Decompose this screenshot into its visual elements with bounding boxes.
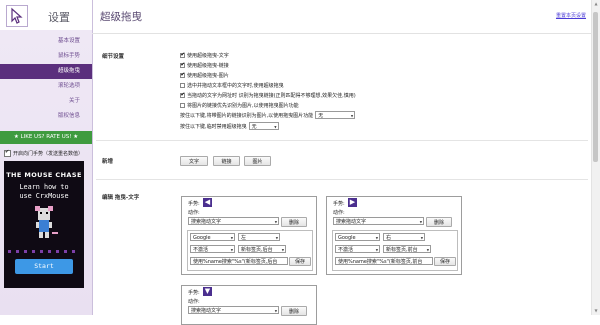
engine-select[interactable]: Google — [190, 233, 235, 242]
option-checkbox[interactable] — [180, 83, 185, 88]
option-label: 将图片的链接优先识别为图片,以使用拖曳图片功能 — [187, 103, 299, 109]
delete-button[interactable]: 删除 — [281, 217, 307, 227]
key-select[interactable]: 无 — [248, 122, 279, 131]
ad-text: Learn how to use CrxMouse — [4, 183, 84, 201]
scroll-up-icon[interactable]: ▲ — [592, 0, 600, 8]
tab-select[interactable]: 新标签页,前台 — [383, 245, 431, 254]
action-label: 动作: — [188, 210, 200, 216]
details-section-label: 细节设置 — [102, 54, 125, 60]
activate-select[interactable]: 不激活 — [190, 245, 235, 254]
sidebar-item-about[interactable]: 关于 — [0, 94, 92, 109]
sidebar-item-copyright[interactable]: 版权信息 — [0, 109, 92, 124]
new-text-button[interactable]: 文字 — [180, 156, 208, 166]
option-label: 使用超级拖曳-图片 — [187, 73, 229, 79]
action-select[interactable]: 搜索拖动文字 — [188, 306, 279, 315]
sidebar: 设置 基本设置 鼠标手势 超级拖曳 滚轮选项 关于 版权信息 ★ LIKE US… — [0, 0, 93, 315]
arrow-left-icon[interactable]: ◀ — [203, 198, 212, 207]
action-options: Google 左 不激活 新标签页,后台 使用%name搜索"%s"(新标签页,… — [187, 230, 313, 271]
divider — [96, 140, 588, 141]
sidebar-item-wheel[interactable]: 滚轮选项 — [0, 79, 92, 94]
save-button[interactable]: 保存 — [289, 257, 311, 266]
crxmouse-logo-icon — [6, 5, 28, 27]
action-label: 动作: — [333, 210, 345, 216]
save-button[interactable]: 保存 — [434, 257, 456, 266]
sidebar-toggle-checkbox[interactable] — [4, 149, 11, 157]
page-header: 超级拖曳 重置本页设置 — [92, 0, 592, 34]
option-label: 使用超级拖曳-链接 — [187, 63, 229, 69]
option-label: 使用超级拖曳-文字 — [187, 53, 229, 59]
engine-select[interactable]: Google — [335, 233, 380, 242]
ad-line-2: use CrxMouse — [19, 192, 69, 200]
activate-select[interactable]: 不激活 — [335, 245, 380, 254]
action-select[interactable]: 搜索拖动文字 — [188, 217, 279, 226]
key-row-label: 按住以下键,将带图片的链接识别为图片,以使用拖曳图片功能 — [180, 112, 314, 119]
option-label: 当拖动的文字为网址时 识别为拖曳链接(正则匹配得不够理想,效果欠佳,慎用) — [187, 93, 356, 99]
gesture-card-right: 手势: ▶ 动作: 搜索拖动文字 删除 Google 右 不激活 新标签页,前台… — [326, 196, 462, 275]
description-input[interactable]: 使用%name搜索"%s"(新标签页,前台 — [335, 257, 433, 265]
scrollbar-thumb[interactable] — [593, 12, 598, 162]
page-title: 超级拖曳 — [100, 11, 142, 23]
edit-section-label: 编辑 拖曳-文字 — [102, 195, 140, 201]
key-row-disable: 按住以下键,临时禁用超级拖曳 无 — [180, 122, 279, 131]
vertical-scrollbar[interactable]: ▲ ▼ — [591, 0, 600, 315]
action-options: Google 右 不激活 新标签页,前台 使用%name搜索"%s"(新标签页,… — [332, 230, 458, 271]
option-checkbox[interactable] — [180, 52, 185, 58]
sidebar-toggle-label: 开启向门手势（发送重名数值） — [13, 151, 84, 157]
option-label: 选中并拖动文本框中的文字时,使用超级拖曳 — [187, 83, 284, 89]
option-image-link-first[interactable]: 将图片的链接优先识别为图片,以使用拖曳图片功能 — [180, 102, 299, 109]
direction-select[interactable]: 左 — [238, 233, 280, 242]
option-checkbox[interactable] — [180, 92, 185, 98]
key-select[interactable]: 无 — [315, 111, 356, 120]
option-checkbox[interactable] — [180, 72, 185, 78]
sidebar-title: 设置 — [48, 11, 70, 24]
ad-start-button[interactable]: Start — [15, 259, 73, 274]
action-select[interactable]: 搜索拖动文字 — [333, 217, 424, 226]
delete-button[interactable]: 删除 — [426, 217, 452, 227]
option-textbox-drag[interactable]: 选中并拖动文本框中的文字时,使用超级拖曳 — [180, 82, 284, 89]
mouse-character-icon — [35, 206, 58, 238]
gesture-card-left: 手势: ◀ 动作: 搜索拖动文字 删除 Google 左 不激活 新标签页,后台… — [181, 196, 317, 275]
arrow-right-icon[interactable]: ▶ — [348, 198, 357, 207]
sidebar-item-gestures[interactable]: 鼠标手势 — [0, 49, 92, 64]
sidebar-item-basic[interactable]: 基本设置 — [0, 34, 92, 49]
new-link-button[interactable]: 链接 — [213, 156, 240, 166]
key-row-label: 按住以下键,临时禁用超级拖曳 — [180, 123, 247, 130]
sidebar-nav: 基本设置 鼠标手势 超级拖曳 滚轮选项 关于 版权信息 — [0, 34, 92, 124]
new-image-button[interactable]: 图片 — [244, 156, 271, 166]
gesture-label: 手势: — [333, 201, 345, 207]
ad-line-1: Learn how to — [19, 183, 69, 191]
option-checkbox[interactable] — [180, 103, 185, 108]
description-input[interactable]: 使用%name搜索"%s"(新标签页,后台 — [190, 257, 288, 265]
option-drag-text[interactable]: 使用超级拖曳-文字 — [180, 52, 229, 59]
mouse-chase-ad[interactable]: THE MOUSE CHASE Learn how to use CrxMous… — [4, 161, 84, 288]
new-section-label: 新增 — [102, 159, 114, 165]
gesture-card-down: 手势: ▼ 动作: 搜索拖动文字 删除 — [181, 285, 317, 325]
option-url-as-link[interactable]: 当拖动的文字为网址时 识别为拖曳链接(正则匹配得不够理想,效果欠佳,慎用) — [180, 92, 356, 99]
tab-select[interactable]: 新标签页,后台 — [238, 245, 286, 254]
scroll-down-icon[interactable]: ▼ — [592, 307, 600, 315]
gesture-label: 手势: — [188, 201, 200, 207]
gesture-label: 手势: — [188, 290, 200, 296]
arrow-down-icon[interactable]: ▼ — [203, 287, 212, 296]
option-drag-link[interactable]: 使用超级拖曳-链接 — [180, 62, 229, 69]
restore-defaults-link[interactable]: 重置本页设置 — [556, 12, 586, 19]
direction-select[interactable]: 右 — [383, 233, 425, 242]
sidebar-item-superdrag[interactable]: 超级拖曳 — [0, 64, 92, 79]
ad-dot-row — [8, 250, 75, 253]
action-label: 动作: — [188, 299, 200, 305]
option-drag-image[interactable]: 使用超级拖曳-图片 — [180, 72, 229, 79]
key-row-image-link: 按住以下键,将带图片的链接识别为图片,以使用拖曳图片功能 无 — [180, 111, 356, 120]
divider — [96, 179, 588, 180]
ad-title: THE MOUSE CHASE — [6, 171, 82, 179]
sidebar-toggle[interactable]: 开启向门手势（发送重名数值） — [4, 149, 84, 157]
option-checkbox[interactable] — [180, 62, 185, 68]
rate-us-banner[interactable]: ★ LIKE US? RATE US! ★ — [0, 131, 92, 144]
